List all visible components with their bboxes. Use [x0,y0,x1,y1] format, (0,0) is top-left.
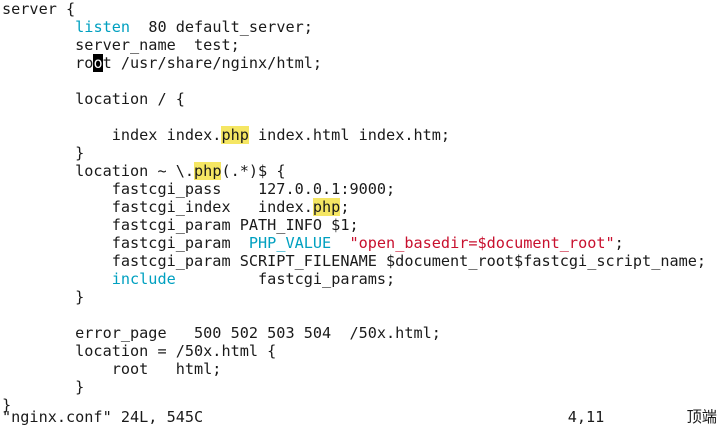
code-text: root html; [2,360,222,378]
code-line[interactable]: } [2,378,84,396]
syntax-keyword: include [111,270,176,288]
code-line[interactable]: fastcgi_param PATH_INFO $1; [2,216,359,234]
code-text: location ~ \. [2,162,195,180]
code-line[interactable]: server_name test; [2,36,240,54]
code-text: fastcgi_param SCRIPT_FILENAME $document_… [2,252,707,270]
code-line[interactable]: fastcgi_param SCRIPT_FILENAME $document_… [2,252,706,270]
code-line[interactable]: server { [2,0,75,18]
code-text: ; [340,198,350,216]
code-text: fastcgi_params; [175,270,396,288]
code-text: location = /50x.html { [2,342,277,360]
code-line[interactable]: root html; [2,360,222,378]
code-text: error_page 500 502 503 504 /50x.html; [2,324,441,342]
code-line[interactable]: fastcgi_pass 127.0.0.1:9000; [2,180,395,198]
search-match-highlight: php [194,162,222,180]
code-line[interactable]: error_page 500 502 503 504 /50x.html; [2,324,441,342]
code-text: fastcgi_index index. [2,198,313,216]
status-line-position: 4,11 顶端 [567,408,717,426]
code-text: index.html index.htm; [248,126,451,144]
code-text: ; [614,234,624,252]
code-text: } [2,144,85,162]
code-text: ro [2,54,94,72]
code-line[interactable]: location ~ \.php(.*)$ { [2,162,285,180]
code-text: } [2,288,85,306]
code-text: } [2,378,85,396]
search-match-highlight: php [312,198,341,216]
code-line[interactable]: location = /50x.html { [2,342,276,360]
code-line[interactable]: location / { [2,90,185,108]
code-text: (.*)$ { [221,162,286,180]
code-line[interactable]: } [2,144,84,162]
code-text: t /usr/share/nginx/html; [102,54,323,72]
code-line[interactable]: fastcgi_param PHP_VALUE "open_basedir=$d… [2,234,624,252]
code-line[interactable]: } [2,288,84,306]
code-text: fastcgi_param [2,234,249,252]
code-text: server { [2,0,76,18]
text-cursor: o [93,54,103,72]
syntax-keyword: listen [75,18,131,36]
code-text: fastcgi_pass 127.0.0.1:9000; [2,180,396,198]
status-line-file-info: "nginx.conf" 24L, 545C [2,408,204,426]
code-text: index index. [2,126,222,144]
code-text: server_name test; [2,36,240,54]
syntax-keyword: PHP_VALUE [248,234,332,252]
code-text: fastcgi_param PATH_INFO $1; [2,216,359,234]
code-text: 80 default_server; [130,18,313,36]
text-editor[interactable]: server { listen 80 default_server; serve… [0,0,723,419]
code-line[interactable]: index index.php index.html index.htm; [2,126,450,144]
code-line[interactable]: fastcgi_index index.php; [2,198,349,216]
code-line[interactable]: root /usr/share/nginx/html; [2,54,322,72]
code-text: location / { [2,90,185,108]
code-line[interactable]: listen 80 default_server; [2,18,313,36]
search-match-highlight: php [221,126,249,144]
code-line[interactable]: include fastcgi_params; [2,270,395,288]
syntax-string: "open_basedir=$document_root" [349,234,615,252]
